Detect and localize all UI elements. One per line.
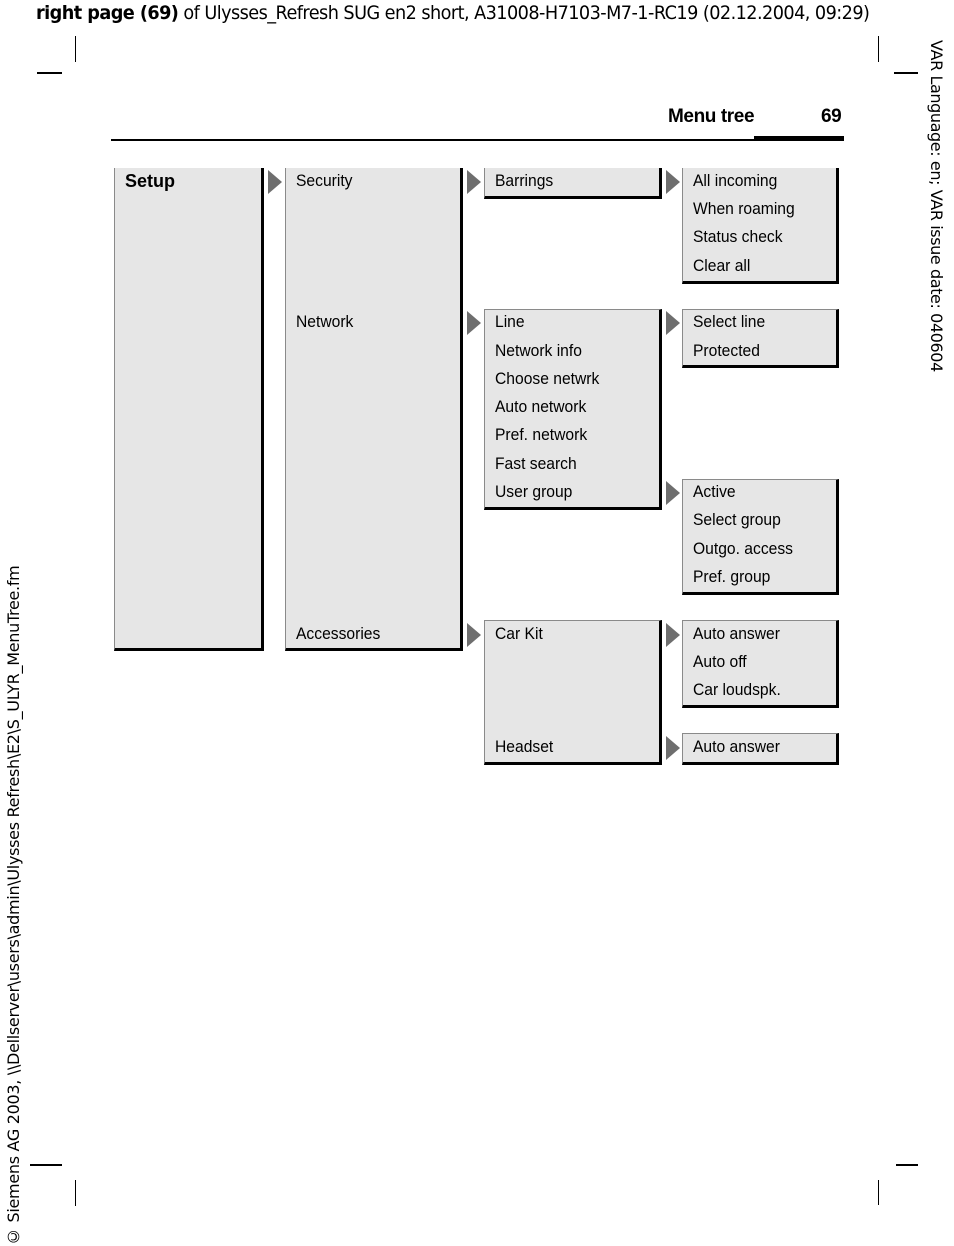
arrow-right-icon (467, 170, 481, 194)
menu-item-clear-all[interactable]: Clear all (693, 256, 750, 276)
menu-item-headset-auto-answer[interactable]: Auto answer (693, 737, 780, 757)
menu-item-select-line[interactable]: Select line (693, 312, 765, 332)
menu-box-user-group: Active Select group Outgo. access Pref. … (682, 479, 839, 595)
menu-box-setup: Setup (114, 168, 264, 651)
menu-item-auto-answer[interactable]: Auto answer (693, 624, 780, 644)
running-head-page-number: 69 (821, 106, 842, 127)
crop-mark-bottom-left-v (75, 1180, 76, 1206)
crop-mark-top-right-h (894, 72, 918, 74)
arrow-right-icon (268, 170, 282, 194)
menu-item-accessories[interactable]: Accessories (296, 624, 380, 644)
menu-box-barrings: All incoming When roaming Status check C… (682, 168, 839, 284)
document-header: right page (69) of Ulysses_Refresh SUG e… (36, 0, 870, 26)
side-text-file-path: © Siemens AG 2003, \\Dellserver\users\ad… (4, 565, 23, 1246)
menu-box-accessories: Car Kit Headset (484, 620, 662, 765)
menu-item-select-group[interactable]: Select group (693, 510, 781, 530)
side-text-var-info: VAR Language: en; VAR issue date: 040604 (927, 40, 946, 372)
menu-item-car-loudspeaker[interactable]: Car loudspk. (693, 680, 781, 700)
running-head-title: Menu tree (668, 106, 755, 127)
arrow-right-icon (666, 311, 680, 335)
menu-item-setup[interactable]: Setup (125, 171, 175, 191)
header-rule-thick (754, 136, 844, 141)
menu-item-when-roaming[interactable]: When roaming (693, 199, 795, 219)
menu-item-network-info[interactable]: Network info (495, 341, 582, 361)
menu-box-security: Barrings (484, 168, 662, 199)
crop-mark-top-left-h (37, 72, 62, 74)
menu-item-headset[interactable]: Headset (495, 737, 553, 757)
menu-box-line: Select line Protected (682, 309, 839, 368)
crop-mark-top-left-v (75, 36, 76, 62)
arrow-right-icon (666, 736, 680, 760)
menu-item-protected[interactable]: Protected (693, 341, 760, 361)
menu-item-security[interactable]: Security (296, 171, 353, 191)
crop-mark-bottom-right-h (896, 1164, 918, 1166)
arrow-right-icon (467, 623, 481, 647)
menu-item-auto-off[interactable]: Auto off (693, 652, 747, 672)
menu-item-all-incoming[interactable]: All incoming (693, 171, 777, 191)
arrow-right-icon (666, 481, 680, 505)
menu-item-line[interactable]: Line (495, 312, 525, 332)
crop-mark-top-right-v (878, 36, 879, 62)
arrow-right-icon (666, 170, 680, 194)
menu-item-user-group[interactable]: User group (495, 482, 572, 502)
menu-item-active[interactable]: Active (693, 482, 736, 502)
menu-item-car-kit[interactable]: Car Kit (495, 624, 543, 644)
header-rule (111, 139, 754, 141)
crop-mark-bottom-left-h2 (37, 1164, 62, 1166)
menu-item-status-check[interactable]: Status check (693, 227, 783, 247)
menu-box-car-kit: Auto answer Auto off Car loudspk. (682, 620, 839, 708)
menu-box-network: Line Network info Choose netwrk Auto net… (484, 309, 662, 510)
menu-item-outgo-access[interactable]: Outgo. access (693, 539, 793, 559)
menu-item-pref-group[interactable]: Pref. group (693, 567, 770, 587)
menu-item-auto-network[interactable]: Auto network (495, 397, 586, 417)
menu-item-barrings[interactable]: Barrings (495, 171, 553, 191)
menu-item-pref-network[interactable]: Pref. network (495, 425, 587, 445)
header-page-label: right page (69) (36, 2, 179, 24)
menu-item-choose-network[interactable]: Choose netwrk (495, 369, 599, 389)
menu-item-network[interactable]: Network (296, 312, 353, 332)
arrow-right-icon (666, 623, 680, 647)
menu-box-setup-submenu: Security Network Accessories (285, 168, 463, 651)
arrow-right-icon (467, 311, 481, 335)
menu-box-headset: Auto answer (682, 733, 839, 765)
menu-item-fast-search[interactable]: Fast search (495, 454, 577, 474)
crop-mark-bottom-right-v (878, 1180, 879, 1205)
header-document-info: of Ulysses_Refresh SUG en2 short, A31008… (178, 2, 870, 24)
